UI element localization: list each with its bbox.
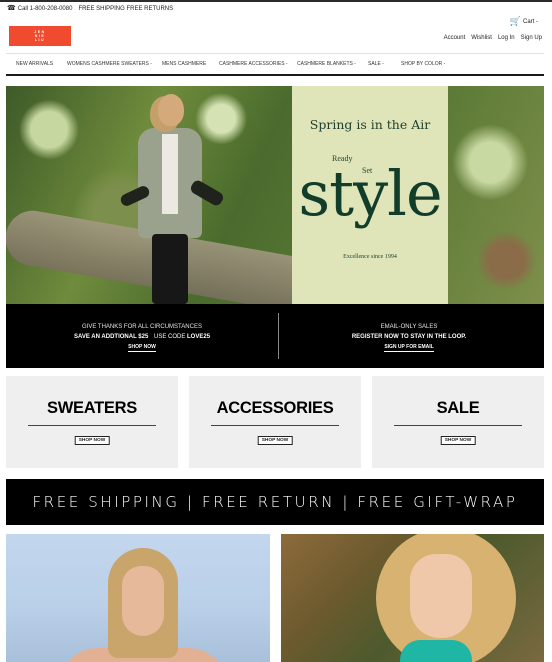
- promo-email-heading: EMAIL-ONLY SALES: [380, 324, 438, 330]
- nav-shop-by-color[interactable]: SHOP BY COLOR -: [401, 61, 445, 67]
- hero-banner[interactable]: Spring is in the Air Ready Set style Exc…: [6, 86, 544, 304]
- hero-style-word: style: [298, 157, 442, 230]
- logo[interactable]: JEN NIE LIU: [9, 26, 71, 46]
- hero-tagline: Excellence since 1994: [343, 254, 397, 260]
- promo-email-text: REGISTER NOW TO STAY IN THE LOOP.: [351, 334, 467, 340]
- category-rule: [28, 425, 156, 426]
- promo-divider: [278, 313, 279, 359]
- category-title: ACCESSORIES: [216, 399, 334, 417]
- wishlist-link[interactable]: Wishlist: [471, 35, 492, 41]
- promo-code: LOVE25: [187, 334, 211, 340]
- shop-now-button[interactable]: SHOP NOW: [74, 436, 110, 445]
- phone-icon: ☎: [7, 5, 16, 12]
- signup-link[interactable]: Sign Up: [521, 35, 542, 41]
- cart-link[interactable]: 🛒 Cart -: [510, 17, 538, 26]
- model-photo-right[interactable]: [281, 534, 544, 662]
- category-tile-accessories[interactable]: ACCESSORIES SHOP NOW: [189, 376, 361, 468]
- logo-line-3: LIU: [34, 38, 46, 42]
- promo-discount-offer: SAVE AN ADDTIONAL $25 USE CODE LOVE25: [22, 332, 262, 342]
- category-rule: [211, 425, 339, 426]
- hero-text-panel: Spring is in the Air Ready Set style Exc…: [292, 86, 448, 304]
- promo-discount-heading: GIVE THANKS FOR ALL CIRCUMSTANCES: [82, 324, 202, 330]
- nav-cashmere-accessories[interactable]: CASHMERE ACCESSORIES -: [219, 61, 288, 67]
- category-title: SWEATERS: [47, 399, 137, 417]
- nav-cashmere-blankets[interactable]: CASHMERE BLANKETS -: [297, 61, 356, 67]
- account-links: Account Wishlist Log In Sign Up: [444, 35, 542, 41]
- category-tile-sweaters[interactable]: SWEATERS SHOP NOW: [6, 376, 178, 468]
- top-border: [0, 0, 552, 2]
- promo-bar: GIVE THANKS FOR ALL CIRCUMSTANCES SAVE A…: [6, 304, 544, 368]
- shop-now-button[interactable]: SHOP NOW: [257, 436, 293, 445]
- promo-code-label: USE CODE: [154, 334, 186, 340]
- cart-icon: 🛒: [509, 16, 521, 26]
- utility-bar: ☎ Call 1-800-208-0080 FREE SHIPPING FREE…: [7, 3, 173, 14]
- nav-womens-cashmere-sweaters[interactable]: WOMENS CASHMERE SWEATERS -: [67, 61, 152, 67]
- model-portrait: [376, 534, 516, 662]
- promo-email: EMAIL-ONLY SALES REGISTER NOW TO STAY IN…: [289, 322, 529, 352]
- main-nav: NEW ARRIVALS WOMENS CASHMERE SWEATERS - …: [6, 53, 544, 76]
- nav-sale[interactable]: SALE -: [368, 61, 384, 67]
- model-portrait: [58, 548, 228, 662]
- promo-offer-text: SAVE AN ADDTIONAL $25: [73, 334, 149, 340]
- shipping-notice: FREE SHIPPING FREE RETURNS: [78, 5, 174, 12]
- login-link[interactable]: Log In: [498, 35, 515, 41]
- shop-now-button[interactable]: SHOP NOW: [440, 436, 476, 445]
- category-rule: [394, 425, 522, 426]
- model-photo-left[interactable]: [6, 534, 270, 662]
- signup-email-link[interactable]: SIGN UP FOR EMAIL: [384, 343, 434, 352]
- nav-new-arrivals[interactable]: NEW ARRIVALS: [16, 61, 53, 67]
- promo-shop-now-link[interactable]: SHOP NOW: [128, 343, 156, 352]
- account-link[interactable]: Account: [444, 35, 466, 41]
- model-photo: [118, 94, 226, 304]
- category-tile-sale[interactable]: SALE SHOP NOW: [372, 376, 544, 468]
- cart-label: Cart -: [523, 18, 538, 25]
- category-title: SALE: [436, 399, 480, 417]
- phone-number[interactable]: Call 1-800-208-0080: [18, 6, 73, 12]
- promo-discount: GIVE THANKS FOR ALL CIRCUMSTANCES SAVE A…: [22, 322, 262, 352]
- hero-headline: Spring is in the Air: [309, 117, 431, 132]
- free-shipping-banner: FREE SHIPPING | FREE RETURN | FREE GIFT-…: [6, 479, 544, 525]
- nav-mens-cashmere[interactable]: MENS CASHMERE: [162, 61, 206, 67]
